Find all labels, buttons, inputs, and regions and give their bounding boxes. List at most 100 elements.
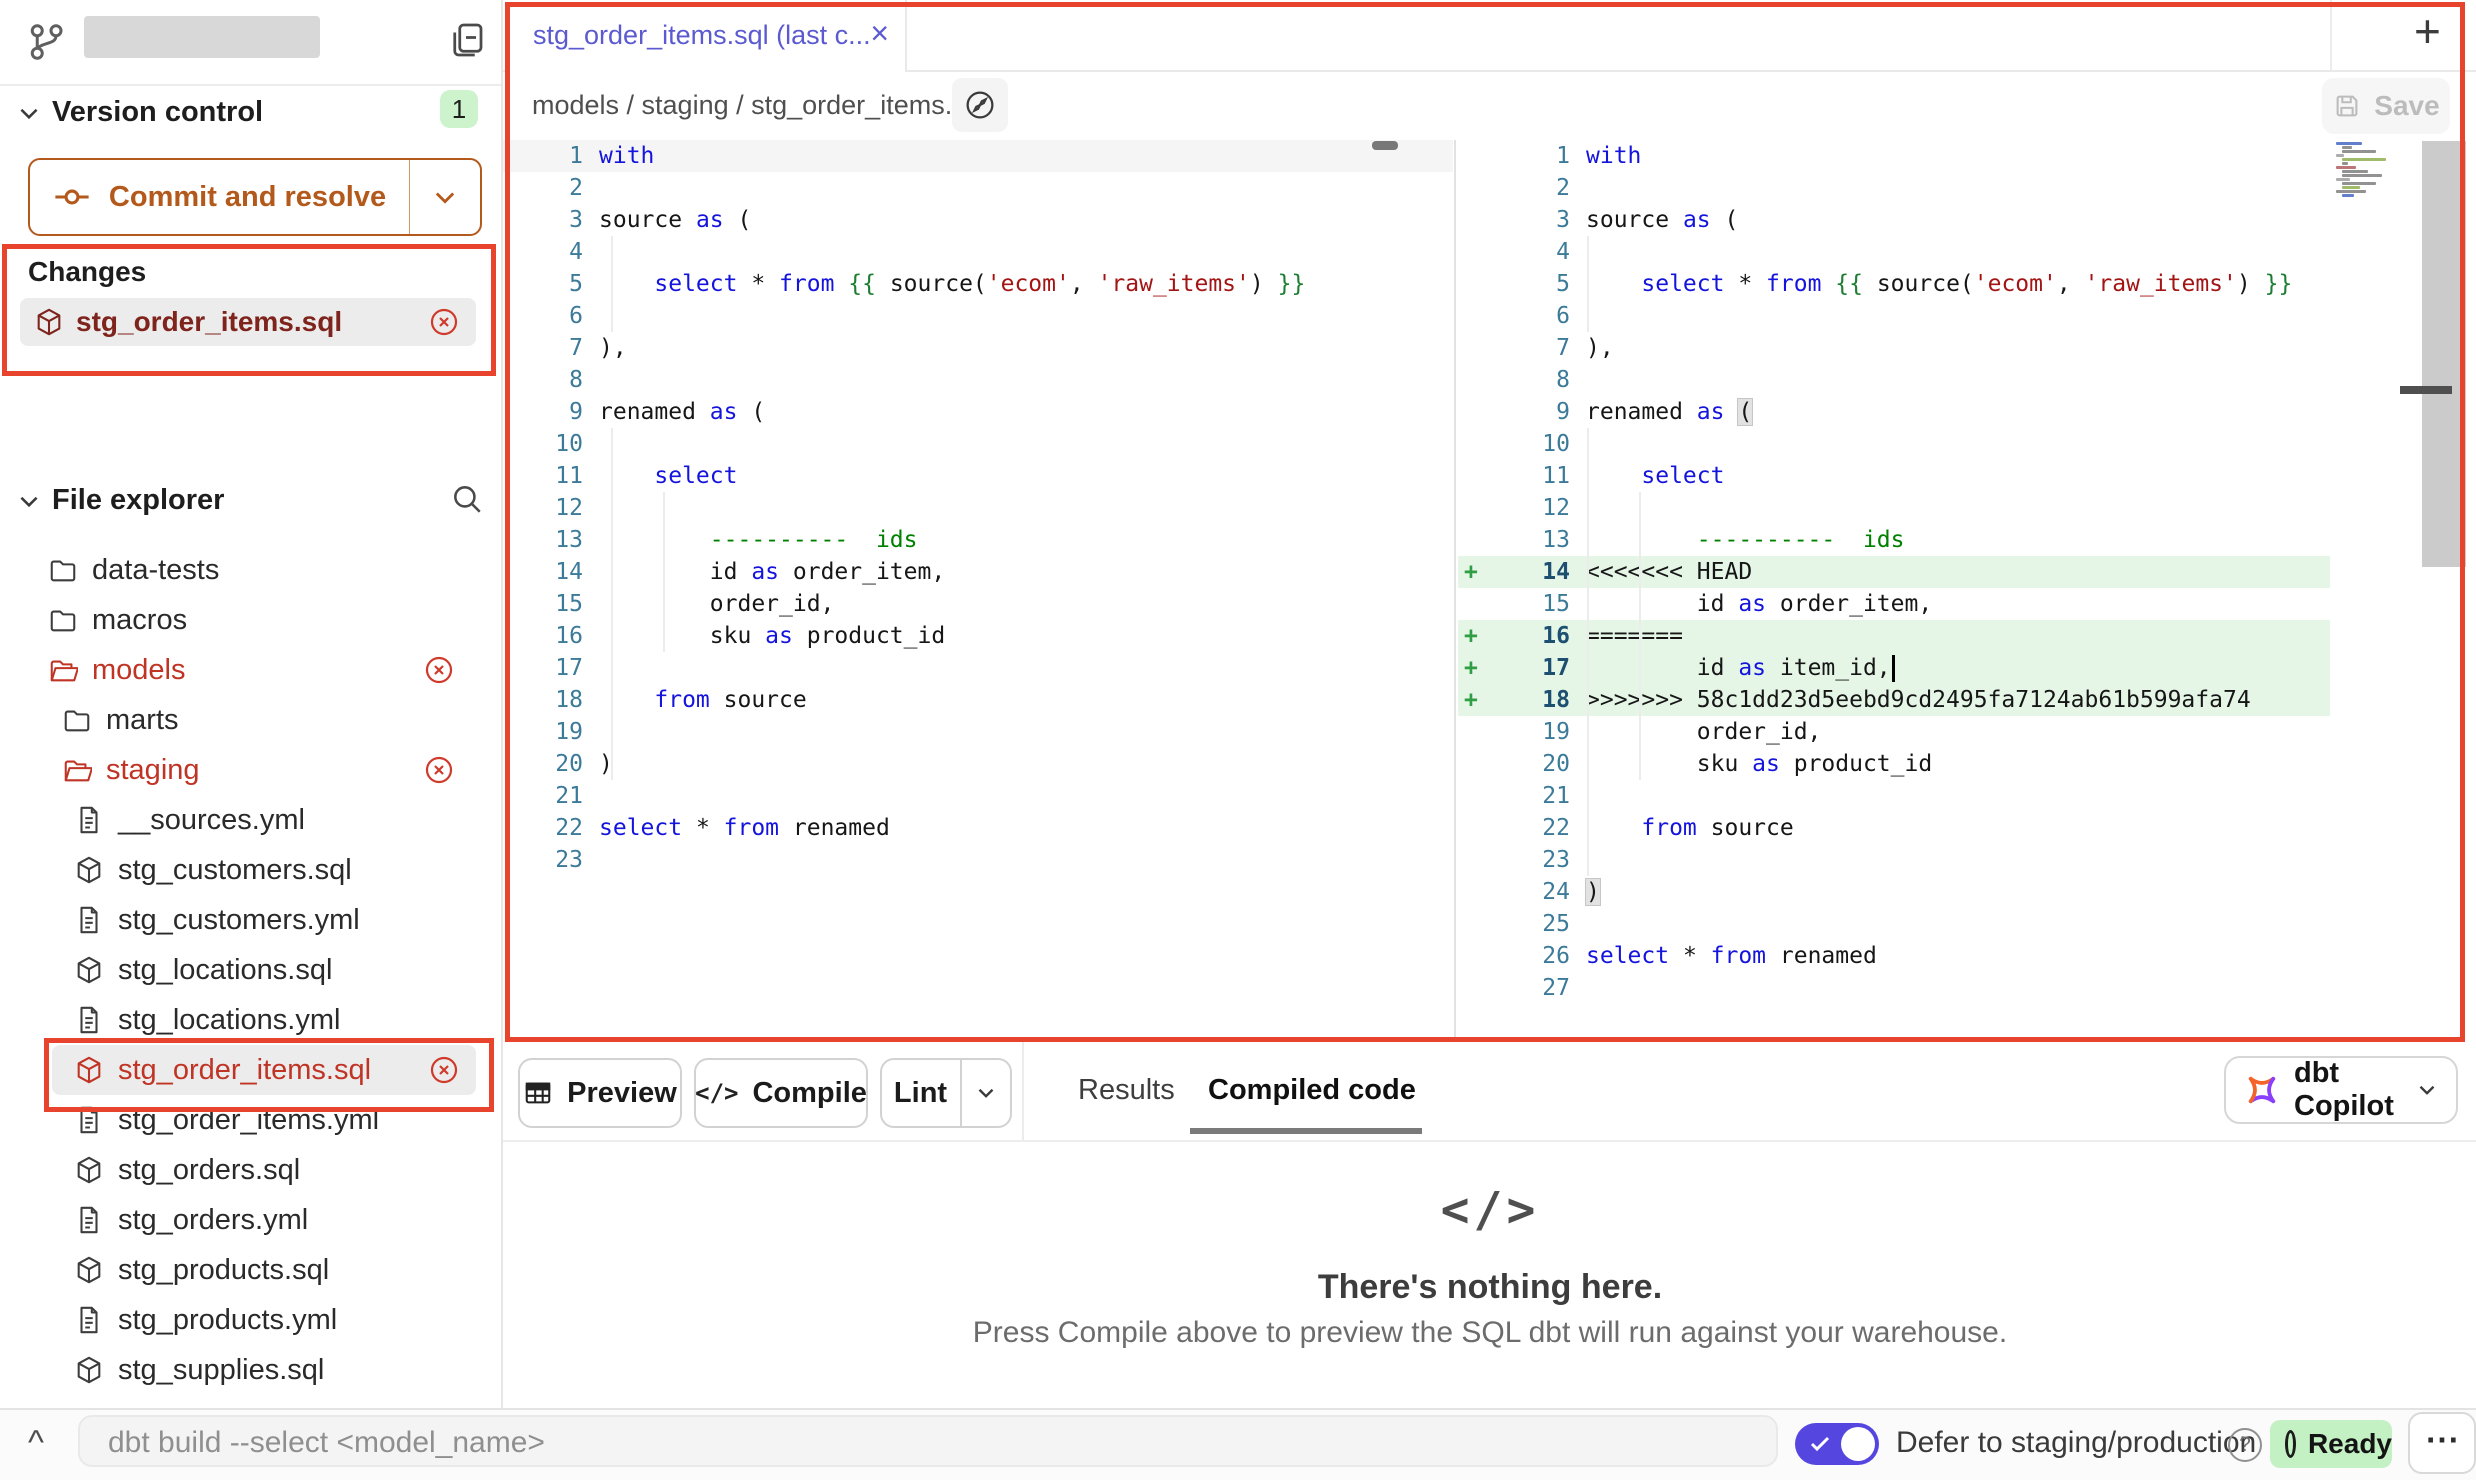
code-pane-current[interactable]: 1with23source as (45 select * from {{ so… (1458, 140, 2330, 1042)
save-button[interactable]: Save (2322, 78, 2450, 134)
file-row[interactable]: stg_orders.yml (0, 1195, 501, 1245)
discard-change-icon[interactable] (423, 754, 455, 786)
discard-change-icon[interactable] (428, 306, 460, 338)
overflow-menu-button[interactable]: ⋯ (2408, 1412, 2476, 1474)
file-name: __sources.yml (118, 804, 305, 837)
code-line[interactable]: 13 ---------- ids (503, 524, 1453, 556)
code-line[interactable]: 12 (503, 492, 1453, 524)
file-row[interactable]: stg_products.sql (0, 1245, 501, 1295)
code-line[interactable]: 5 select * from {{ source('ecom', 'raw_i… (503, 268, 1453, 300)
compile-button[interactable]: </> Compile (694, 1058, 868, 1128)
code-line[interactable]: 26select * from renamed (1458, 940, 2330, 972)
code-line[interactable]: 1with (1458, 140, 2330, 172)
defer-toggle[interactable] (1795, 1423, 1879, 1465)
line-content: source as ( (1570, 204, 1738, 236)
code-line[interactable]: 14 id as order_item, (503, 556, 1453, 588)
copy-icon[interactable] (446, 20, 486, 60)
folder-open-icon (48, 655, 78, 685)
code-line[interactable]: 19 (503, 716, 1453, 748)
file-row[interactable]: models (0, 645, 501, 695)
code-line[interactable]: 11 select (503, 460, 1453, 492)
code-line[interactable]: 21 (503, 780, 1453, 812)
search-icon[interactable] (450, 482, 484, 516)
code-line[interactable]: 10 (503, 428, 1453, 460)
close-tab-icon[interactable]: × (870, 0, 889, 66)
code-line[interactable]: 18 from source (503, 684, 1453, 716)
code-line[interactable]: 15 order_id, (503, 588, 1453, 620)
changed-file-row[interactable]: stg_order_items.sql (20, 298, 476, 346)
preview-button[interactable]: Preview (518, 1058, 682, 1128)
code-line[interactable]: 7), (1458, 332, 2330, 364)
chevron-down-icon[interactable] (16, 100, 42, 126)
code-line[interactable]: 25 (1458, 908, 2330, 940)
code-line[interactable]: 7), (503, 332, 1453, 364)
file-row[interactable]: stg_supplies.sql (0, 1345, 501, 1395)
chevron-down-icon[interactable] (16, 488, 42, 514)
line-content (1570, 172, 1586, 204)
git-branch-icon[interactable] (26, 22, 66, 62)
code-line[interactable]: 4 (503, 236, 1453, 268)
tab-results[interactable]: Results (1078, 1074, 1175, 1107)
code-line[interactable]: 27 (1458, 972, 2330, 1004)
code-line[interactable]: 2 (503, 172, 1453, 204)
code-line[interactable]: 20) (503, 748, 1453, 780)
code-pane-last-commit[interactable]: 1with23source as (45 select * from {{ so… (503, 140, 1453, 1042)
code-line[interactable]: 22select * from renamed (503, 812, 1453, 844)
lineage-button[interactable] (952, 78, 1008, 132)
file-row[interactable]: stg_customers.yml (0, 895, 501, 945)
file-row[interactable]: stg_orders.sql (0, 1145, 501, 1195)
file-row[interactable]: stg_products.yml (0, 1295, 501, 1345)
status-badge-ready[interactable]: Ready (2270, 1420, 2392, 1468)
file-row[interactable]: stg_locations.sql (0, 945, 501, 995)
file-row[interactable]: __sources.yml (0, 795, 501, 845)
file-row[interactable]: stg_order_items.yml (0, 1095, 501, 1145)
new-tab-button[interactable]: + (2414, 4, 2441, 58)
line-number: 2 (1498, 172, 1570, 204)
left-pane-scrollbar[interactable] (1372, 141, 1398, 150)
collapse-panel-icon[interactable]: ^ (28, 1424, 44, 1463)
code-line[interactable]: 6 (503, 300, 1453, 332)
code-line[interactable]: 23 (503, 844, 1453, 876)
line-number: 27 (1498, 972, 1570, 1004)
code-line[interactable]: 3source as ( (503, 204, 1453, 236)
code-line[interactable]: 16 sku as product_id (503, 620, 1453, 652)
code-line[interactable]: 17 (503, 652, 1453, 684)
defer-label: Defer to staging/production (1896, 1426, 2256, 1460)
discard-change-icon[interactable] (428, 1054, 460, 1086)
code-line[interactable]: 9renamed as ( (1458, 396, 2330, 428)
file-row[interactable]: stg_locations.yml (0, 995, 501, 1045)
save-icon (2332, 91, 2362, 121)
editor-scrollbar[interactable] (2422, 141, 2466, 567)
file-row[interactable]: marts (0, 695, 501, 745)
code-line[interactable]: 8 (503, 364, 1453, 396)
file-row[interactable]: stg_order_items.sql (52, 1045, 476, 1095)
lint-button[interactable]: Lint (880, 1058, 1012, 1128)
code-line[interactable]: 2 (1458, 172, 2330, 204)
line-number: 10 (1498, 428, 1570, 460)
code-line[interactable]: 8 (1458, 364, 2330, 396)
minimap[interactable] (2336, 142, 2402, 200)
dbt-copilot-button[interactable]: dbt Copilot (2224, 1056, 2458, 1124)
pane-divider[interactable] (1454, 140, 1456, 1042)
code-line[interactable]: 3source as ( (1458, 204, 2330, 236)
commit-and-resolve-button[interactable]: Commit and resolve (28, 158, 482, 236)
file-row[interactable]: data-tests (0, 545, 501, 595)
line-number: 11 (503, 460, 583, 492)
code-line[interactable]: 24) (1458, 876, 2330, 908)
commit-dropdown-button[interactable] (409, 160, 480, 234)
code-line[interactable]: 9renamed as ( (503, 396, 1453, 428)
lint-dropdown-button[interactable] (960, 1060, 1010, 1126)
file-row[interactable]: stg_customers.sql (0, 845, 501, 895)
file-row[interactable]: macros (0, 595, 501, 645)
discard-change-icon[interactable] (423, 654, 455, 686)
model-cube-icon (34, 307, 64, 337)
dbt-command-input[interactable]: dbt build --select <model_name> (78, 1415, 1778, 1467)
file-row[interactable]: staging (0, 745, 501, 795)
code-line[interactable]: 1with (503, 140, 1453, 172)
file-name: stg_supplies.sql (118, 1354, 324, 1387)
tab-stg-order-items[interactable]: stg_order_items.sql (last c... × (505, 0, 907, 72)
file-name: stg_products.sql (118, 1254, 329, 1287)
help-icon[interactable]: ? (2228, 1428, 2262, 1462)
line-content (583, 364, 599, 396)
tab-compiled-code[interactable]: Compiled code (1208, 1074, 1416, 1107)
